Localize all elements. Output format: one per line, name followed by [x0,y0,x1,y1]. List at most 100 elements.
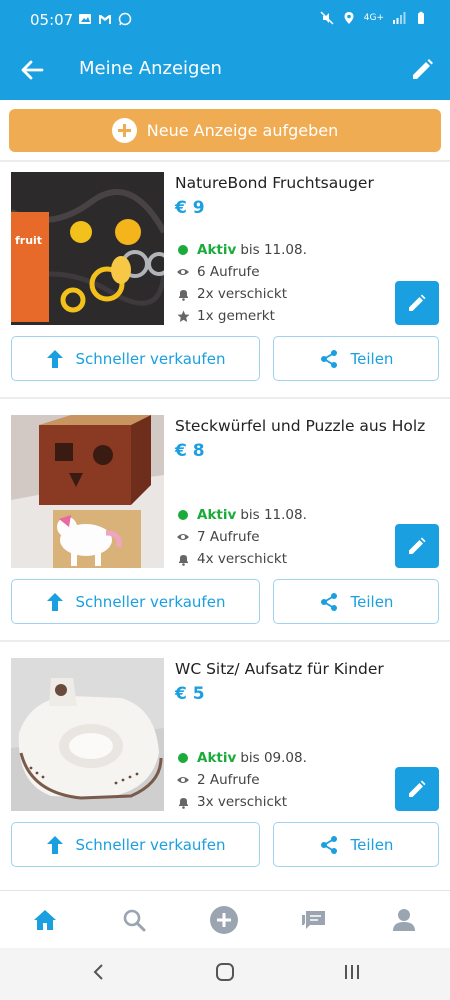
status-label: Aktiv [197,242,237,258]
bottom-navigation [0,890,450,948]
arrow-up-icon [46,835,63,854]
active-status-dot-icon [178,245,188,255]
gallery-notification-icon [79,14,91,24]
listing-title[interactable]: NatureBond Fruchtsauger [175,174,374,192]
sent-count: 3x verschickt [197,794,288,810]
nav-messages[interactable] [299,905,329,935]
divider [0,640,450,642]
views-count: 2 Aufrufe [197,772,260,788]
share-icon [320,592,337,611]
eye-icon [177,777,189,783]
sent-count: 4x verschickt [197,551,288,567]
sell-faster-button[interactable]: Schneller verkaufen [11,822,260,867]
new-ad-label: Neue Anzeige aufgeben [146,121,339,140]
pencil-icon [409,780,426,797]
listing-title[interactable]: Steckwürfel und Puzzle aus Holz [175,417,425,435]
bell-icon [178,554,188,566]
mute-icon [320,11,334,25]
pencil-icon [409,294,426,311]
sell-faster-label: Schneller verkaufen [75,349,226,368]
app-bar: Meine Anzeigen [0,40,450,100]
saved-row: 1x gemerkt [175,308,275,324]
sell-faster-label: Schneller verkaufen [75,592,226,611]
add-circle-icon [210,906,238,934]
listing-title[interactable]: WC Sitz/ Aufsatz für Kinder [175,660,384,678]
status-row: Aktiv bis 11.08. [175,507,307,523]
views-row: 2 Aufrufe [175,772,260,788]
status-bar: 05:07 4G+ [0,0,450,40]
back-arrow-icon[interactable] [18,56,46,84]
messages-icon [302,911,325,929]
share-icon [320,835,337,854]
views-count: 7 Aufrufe [197,529,260,545]
sent-row: 3x verschickt [175,794,287,810]
edit-listing-button[interactable] [395,767,439,811]
sell-faster-button[interactable]: Schneller verkaufen [11,579,260,624]
signal-icon [393,12,406,24]
share-label: Teilen [350,835,394,854]
new-ad-button[interactable]: Neue Anzeige aufgeben [9,109,441,152]
active-status-dot-icon [178,510,188,520]
arrow-up-icon [46,349,63,368]
toilet-seat-photo [11,658,164,811]
listing-thumbnail[interactable]: fruit [11,172,164,325]
system-recents-icon[interactable] [342,962,362,982]
search-icon [123,909,146,932]
listing-card: Steckwürfel und Puzzle aus Holz € 8 Akti… [0,403,450,643]
status-row: Aktiv bis 11.08. [175,242,307,258]
listing-price: € 9 [175,198,205,218]
nav-profile[interactable] [389,905,419,935]
profile-icon [393,909,415,931]
sent-row: 2x verschickt [175,286,287,302]
home-icon [34,910,56,930]
system-home-icon[interactable] [215,962,235,982]
views-row: 7 Aufrufe [175,529,260,545]
eye-icon [177,534,189,540]
share-label: Teilen [350,349,394,368]
status-until: bis 11.08. [240,507,307,523]
edit-listing-button[interactable] [395,281,439,325]
eye-icon [177,269,189,275]
listing-card: WC Sitz/ Aufsatz für Kinder € 5 Aktiv bi… [0,646,450,886]
listing-card: fruit NatureBond Fruchtsauger € 9 Aktiv … [0,160,450,400]
page-title: Meine Anzeigen [79,58,222,79]
arrow-up-icon [46,592,63,611]
share-button[interactable]: Teilen [273,822,439,867]
network-indicator: 4G+ [363,13,384,23]
listing-price: € 5 [175,684,205,704]
nav-add[interactable] [209,905,239,935]
views-row: 6 Aufrufe [175,264,260,280]
status-time: 05:07 [30,11,74,29]
listing-thumbnail[interactable] [11,415,164,568]
pencil-icon [409,537,426,554]
system-back-icon[interactable] [92,962,106,982]
product-box-text: fruit [15,234,42,247]
saved-count: 1x gemerkt [197,308,275,324]
sell-faster-button[interactable]: Schneller verkaufen [11,336,260,381]
views-count: 6 Aufrufe [197,264,260,280]
sent-row: 4x verschickt [175,551,287,567]
bell-icon [178,289,188,301]
status-until: bis 09.08. [240,750,307,766]
share-icon [320,349,337,368]
bell-icon [178,797,188,809]
gmail-notification-icon [99,15,111,24]
active-status-dot-icon [178,753,188,763]
divider [0,397,450,399]
whatsapp-notification-icon [118,12,132,26]
wooden-cube-photo [11,415,164,568]
nav-home[interactable] [30,905,60,935]
status-until: bis 11.08. [240,242,307,258]
edit-pencil-icon[interactable] [408,56,436,84]
nav-search[interactable] [119,905,149,935]
listing-thumbnail[interactable] [11,658,164,811]
share-button[interactable]: Teilen [273,579,439,624]
edit-listing-button[interactable] [395,524,439,568]
listing-price: € 8 [175,441,205,461]
sell-faster-label: Schneller verkaufen [75,835,226,854]
status-label: Aktiv [197,750,237,766]
system-navigation-bar [0,948,450,1000]
plus-circle-icon [111,118,137,143]
share-button[interactable]: Teilen [273,336,439,381]
status-row: Aktiv bis 09.08. [175,750,307,766]
